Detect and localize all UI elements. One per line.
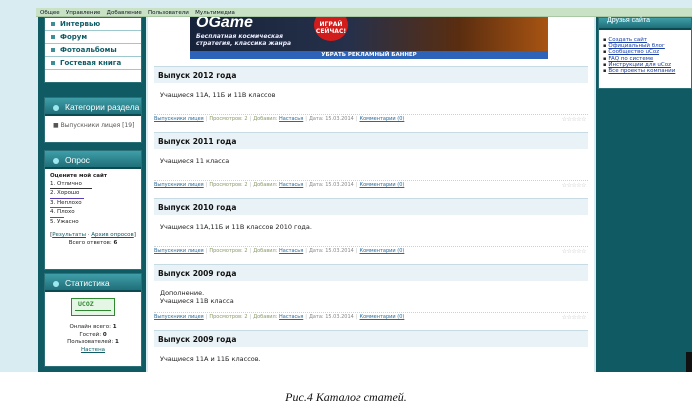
admin-bar: Общее Управление Добавление Пользователи… — [36, 8, 692, 17]
left-sidebar: Интервью Форум Фотоальбомы Гостевая книг… — [38, 17, 146, 372]
poll-links: [Результаты · Архив опросов] — [50, 232, 136, 238]
bullet-icon — [53, 280, 59, 287]
bullet-icon — [51, 35, 55, 39]
article-comments-link[interactable]: Комментарии (0) — [360, 248, 405, 254]
poll-result-bar — [50, 216, 64, 218]
article-entry: Выпуск 2010 года Учащиеся 11А,11Б и 11В к… — [154, 198, 588, 264]
article-title[interactable]: Выпуск 2009 года — [154, 264, 588, 281]
poll-result-bar — [50, 188, 92, 189]
rating-stars-icon[interactable]: ☆☆☆☆☆ — [562, 116, 587, 124]
screenshot: Общее Управление Добавление Пользователи… — [0, 0, 692, 372]
article-category-link[interactable]: Выпускники лицея — [154, 314, 204, 320]
article-author-link[interactable]: Настасья — [279, 182, 303, 188]
menu-item-interview[interactable]: Интервью — [45, 18, 141, 31]
right-sidebar: Друзья сайта Создать сайт Официальный бл… — [596, 17, 692, 372]
article-author-link[interactable]: Настасья — [279, 314, 303, 320]
banner-tagline: Бесплатная космическая стратегия, классик… — [196, 33, 292, 47]
poll-title: Опрос — [45, 151, 141, 169]
menu-item-forum[interactable]: Форум — [45, 31, 141, 44]
friends-title: Друзья сайта — [599, 17, 691, 30]
article-meta: Выпускники лицея | Просмотров: 2 | Добавил: … — [154, 312, 588, 322]
article-author-link[interactable]: Настасья — [279, 116, 303, 122]
article-text: Учащиеся 11А, 11Б и 11В классов — [160, 91, 276, 99]
edge-artifact — [686, 352, 692, 372]
bullet-icon — [51, 22, 55, 26]
category-link[interactable]: ■ Выпускники лицея [19] — [45, 116, 141, 135]
stats-body: UCOZ Онлайн всего: 1 Гостей: 0 Пользоват… — [45, 292, 141, 354]
friend-link[interactable]: Инструкции для uCoz — [608, 62, 671, 68]
stats-users: Пользователей: 1 — [67, 339, 119, 345]
article-comments-link[interactable]: Комментарии (0) — [360, 116, 405, 122]
article-meta: Выпускники лицея | Просмотров: 2 | Добавил: … — [154, 114, 588, 124]
poll-option: 5. Ужасно — [50, 218, 79, 225]
poll-total: Всего ответов: 6 — [68, 239, 118, 246]
categories-title: Категории раздела — [45, 98, 141, 116]
poll-option: 3. Неплохо — [50, 199, 82, 206]
article-title[interactable]: Выпуск 2011 года — [154, 132, 588, 149]
stats-block: Статистика UCOZ Онлайн всего: 1 Гостей: … — [44, 273, 142, 367]
article-meta: Выпускники лицея | Просмотров: 2 | Добавил: … — [154, 180, 588, 190]
article-meta: Выпускники лицея | Просмотров: 2 | Добавил: … — [154, 246, 588, 256]
article-text: Дополнение. Учащиеся 11В класса — [160, 289, 234, 305]
article-category-link[interactable]: Выпускники лицея — [154, 116, 204, 122]
friends-list: Создать сайт Официальный блог Сообщество… — [599, 30, 691, 74]
poll-results-link[interactable]: Результаты — [52, 232, 86, 238]
poll-result-bar — [50, 197, 84, 199]
article-text: Учащиеся 11 класса — [160, 157, 230, 165]
article-comments-link[interactable]: Комментарии (0) — [360, 314, 405, 320]
poll-option: 4. Плохо — [50, 209, 75, 215]
figure-caption: Рис.4 Каталог статей. — [285, 390, 407, 404]
poll-archive-link[interactable]: Архив опросов — [91, 232, 134, 238]
rating-stars-icon[interactable]: ☆☆☆☆☆ — [562, 248, 587, 256]
article-comments-link[interactable]: Комментарии (0) — [360, 182, 405, 188]
article-entry: Выпуск 2011 года Учащиеся 11 класса Выпуск… — [154, 132, 588, 198]
rating-stars-icon[interactable]: ☆☆☆☆☆ — [562, 182, 587, 190]
friend-link[interactable]: Все проекты компании — [608, 68, 675, 74]
banner-play-burst: ИГРАЙ СЕЙЧАС! — [314, 17, 348, 41]
stats-online: Онлайн всего: 1 — [69, 324, 117, 330]
stats-guests: Гостей: 0 — [79, 331, 107, 338]
article-entry: Выпуск 2009 года Учащиеся 11А и 11Б класс… — [154, 330, 588, 372]
ad-banner[interactable]: OGame Бесплатная космическая стратегия, к… — [190, 17, 548, 51]
bullet-icon — [53, 157, 59, 164]
article-entry: Выпуск 2012 года Учащиеся 11А, 11Б и 11В … — [154, 66, 588, 132]
article-title[interactable]: Выпуск 2010 года — [154, 198, 588, 215]
article-title[interactable]: Выпуск 2009 года — [154, 330, 588, 347]
article-author-link[interactable]: Настасья — [279, 248, 303, 254]
article-category-link[interactable]: Выпускники лицея — [154, 182, 204, 188]
categories-block: Категории раздела ■ Выпускники лицея [19… — [44, 97, 142, 143]
remove-banner-button[interactable]: УБРАТЬ РЕКЛАМНЫЙ БАННЕР — [190, 51, 548, 59]
friend-link[interactable]: FAQ по системе — [608, 56, 653, 62]
article-entry: Выпуск 2009 года Дополнение. Учащиеся 11В … — [154, 264, 588, 330]
stats-title: Статистика — [45, 274, 141, 292]
poll-option: 1. Отлично — [50, 180, 82, 187]
poll-result-bar — [50, 207, 72, 208]
poll-question: Оцените мой сайт — [50, 173, 108, 179]
poll-body: Оцените мой сайт 1. Отлично 2. Хорошо 3.… — [45, 169, 141, 251]
friend-link[interactable]: Сообщество uCoz — [608, 49, 659, 55]
rating-stars-icon[interactable]: ☆☆☆☆☆ — [562, 314, 587, 322]
menu-item-photoalbums[interactable]: Фотоальбомы — [45, 44, 141, 57]
online-user-link[interactable]: Настена — [81, 347, 105, 353]
entries-list: Выпуск 2012 года Учащиеся 11А, 11Б и 11В … — [154, 66, 588, 372]
poll-option: 2. Хорошо — [50, 190, 80, 196]
article-category-link[interactable]: Выпускники лицея — [154, 248, 204, 254]
main-content: OGame Бесплатная космическая стратегия, к… — [148, 17, 594, 372]
banner-logo: OGame — [196, 17, 253, 31]
ucoz-counter-badge[interactable]: UCOZ — [71, 298, 115, 316]
menu-item-guestbook[interactable]: Гостевая книга — [45, 57, 141, 70]
poll-block: Опрос Оцените мой сайт 1. Отлично 2. Хор… — [44, 150, 142, 270]
friends-block: Друзья сайта Создать сайт Официальный бл… — [598, 17, 692, 89]
article-text: Учащиеся 11А,11Б и 11В классов 2010 года… — [160, 223, 312, 231]
article-text: Учащиеся 11А и 11Б классов. — [160, 355, 261, 363]
bullet-icon — [53, 104, 59, 111]
bullet-icon — [51, 61, 55, 65]
friend-link[interactable]: Официальный блог — [608, 43, 664, 49]
site-menu: Интервью Форум Фотоальбомы Гостевая книг… — [44, 17, 142, 83]
article-title[interactable]: Выпуск 2012 года — [154, 66, 588, 83]
bullet-icon — [51, 48, 55, 52]
